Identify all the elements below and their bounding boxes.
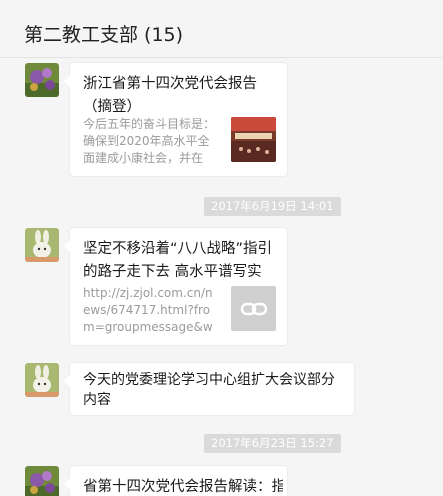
article-card-title: 省第十四次党代会报告解读：指	[83, 479, 283, 495]
avatar-rabbit[interactable]	[25, 363, 59, 397]
avatar-rabbit[interactable]	[25, 228, 59, 262]
article-card-title: 浙江省第十四次党代会报告（摘登）	[83, 76, 257, 115]
link-thumbnail	[231, 286, 276, 331]
article-card-1[interactable]: 浙江省第十四次党代会报告（摘登） 今后五年的奋斗目标是：确保到2020年高水平全…	[64, 63, 287, 176]
message-timestamp: 2017年6月23日 15:27	[204, 434, 341, 453]
link-card-url: http://zj.zjol.com.cn/news/674717.html?f…	[83, 286, 213, 334]
article-thumbnail-image	[231, 117, 276, 162]
message-timestamp: 2017年6月19日 14:01	[204, 197, 341, 216]
text-message[interactable]: 今天的党委理论学习中心组扩大会议部分内容	[64, 363, 354, 415]
avatar-flowers[interactable]	[25, 63, 59, 97]
article-card-desc: 今后五年的奋斗目标是：确保到2020年高水平全面建成小康社会，并在此...	[83, 117, 216, 165]
link-icon	[240, 302, 267, 315]
chat-title: 第二教工支部 (15)	[24, 24, 184, 46]
avatar-flowers[interactable]	[25, 466, 59, 496]
chat-header: 第二教工支部 (15)	[0, 0, 443, 58]
text-message-content: 今天的党委理论学习中心组扩大会议部分内容	[83, 372, 335, 408]
link-card[interactable]: 坚定不移沿着“八八战略”指引的路子走下去 高水平谱写实现... http://z…	[64, 228, 287, 345]
link-card-title: 坚定不移沿着“八八战略”指引的路子走下去 高水平谱写实现...	[83, 241, 273, 280]
article-card-2[interactable]: 省第十四次党代会报告解读：指	[64, 466, 287, 496]
